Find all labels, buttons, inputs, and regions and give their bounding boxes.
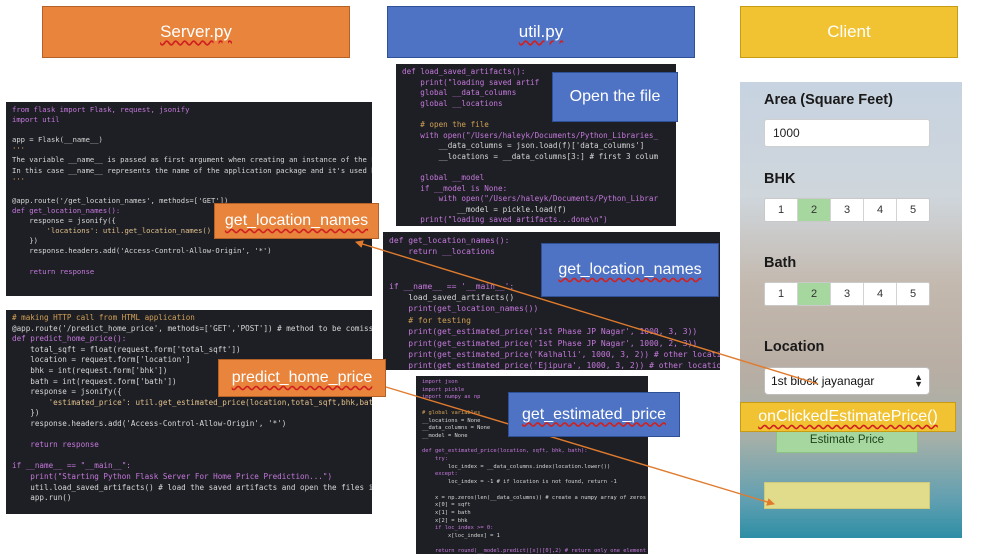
- get-location-names-util-label: get_location_names: [541, 243, 719, 297]
- code-line: ​: [422, 441, 642, 449]
- code-line: ​: [12, 451, 366, 462]
- code-line: ​: [422, 487, 642, 495]
- location-select-value: 1st block jayanagar: [771, 374, 875, 388]
- server-code-predict-home-price: # making HTTP call from HTML application…: [6, 310, 372, 514]
- code-line: if __model is None:: [402, 183, 508, 193]
- bhk-option-4[interactable]: 4: [864, 199, 897, 221]
- code-line: x[2] = bhk: [422, 517, 468, 524]
- predict-home-price-label: predict_home_price: [218, 359, 386, 397]
- bhk-option-1[interactable]: 1: [765, 199, 798, 221]
- code-line: ​: [12, 125, 366, 135]
- code-line: app.run(): [12, 493, 72, 503]
- location-select[interactable]: 1st block jayanagar ▲ ▼: [764, 367, 930, 395]
- code-line: }): [12, 408, 40, 418]
- code-line: if loc_index >= 0:: [422, 525, 494, 532]
- code-line: In this case __name__ represents the nam…: [12, 165, 372, 175]
- code-line: # for testing: [389, 315, 471, 325]
- code-line: ''': [12, 175, 25, 185]
- code-line: # making HTTP call from HTML application: [12, 313, 195, 322]
- get-estimated-price-label: get_estimated_price: [508, 392, 680, 437]
- client-header: Client: [740, 6, 958, 58]
- select-updown-icon: ▲ ▼: [914, 372, 923, 389]
- bath-option-3[interactable]: 3: [831, 283, 864, 305]
- area-input[interactable]: 1000: [764, 119, 930, 147]
- bath-option-5[interactable]: 5: [897, 283, 929, 305]
- code-line: __data_columns = json.load(f)['data_colu…: [402, 141, 645, 151]
- code-line: import json: [422, 379, 458, 385]
- bhk-label: BHK: [764, 171, 796, 187]
- code-line: total_sqft = float(request.form['total_s…: [12, 344, 241, 354]
- code-line: response.headers.add('Access-Control-All…: [12, 246, 272, 256]
- code-line: from flask import Flask, request, jsonif…: [12, 105, 190, 114]
- code-line: import util: [12, 115, 60, 125]
- code-line: loc_index = -1 # if location is not foun…: [422, 479, 617, 486]
- code-line: ''': [12, 145, 25, 155]
- code-line: 'estimated_price': util.get_estimated_pr…: [12, 397, 372, 407]
- code-line: global __model: [402, 172, 485, 182]
- code-line: x[1] = bath: [422, 509, 471, 516]
- open-the-file-label: Open the file: [552, 72, 678, 122]
- code-line: app = Flask(__name__): [12, 135, 103, 145]
- code-line: return response: [12, 266, 95, 276]
- code-line: ​: [12, 256, 366, 266]
- code-line: x[0] = sqft: [422, 502, 471, 509]
- area-label: Area (Square Feet): [764, 92, 893, 108]
- bath-label: Bath: [764, 255, 797, 271]
- code-line: The variable __name__ is passed as first…: [12, 155, 372, 165]
- code-line: return round(__model.predict([x])[0],2) …: [422, 548, 648, 554]
- bhk-option-2[interactable]: 2: [798, 199, 831, 221]
- code-line: print(get_estimated_price('Kalhalli', 10…: [389, 350, 720, 360]
- bhk-selector: 1 2 3 4 5: [764, 198, 930, 222]
- code-line: __model = pickle.load(f): [402, 204, 567, 214]
- bhk-option-5[interactable]: 5: [897, 199, 929, 221]
- code-line: @app.route('/predict_home_price', method…: [12, 323, 372, 333]
- code-line: def get_estimated_price(location, sqft, …: [422, 448, 588, 455]
- estimated-price-result: [764, 482, 930, 509]
- code-line: print(get_estimated_price('1st Phase JP …: [389, 338, 698, 348]
- code-line: x = np.zeros(len(__data_columns)) # crea…: [422, 494, 648, 501]
- code-line: with open("/Users/haleyk/Documents/Pytho…: [402, 194, 659, 204]
- code-line: try:: [422, 456, 448, 463]
- code-line: util.load_saved_artifacts() # load the s…: [30, 482, 372, 492]
- code-line: response.headers.add('Access-Control-All…: [12, 418, 287, 428]
- server-code-get-location-names: from flask import Flask, request, jsonif…: [6, 102, 372, 296]
- code-line: if __name__ == "__main__":: [12, 461, 131, 471]
- bath-option-1[interactable]: 1: [765, 283, 798, 305]
- on-clicked-estimate-price-label: onClickedEstimatePrice(): [740, 402, 956, 432]
- util-py-header: util.py: [387, 6, 695, 58]
- code-line: return response: [12, 440, 99, 450]
- server-py-header: Server.py: [42, 6, 350, 58]
- code-line: ​: [402, 162, 670, 173]
- bath-selector: 1 2 3 4 5: [764, 282, 930, 306]
- get-location-names-server-label: get_location_names: [214, 203, 379, 239]
- code-line: with open("/Users/haleyk/Documents/Pytho…: [402, 130, 659, 140]
- code-line: print(get_estimated_price('Ejipura', 100…: [389, 361, 720, 370]
- code-line: print(get_estimated_price('1st Phase JP …: [389, 327, 698, 337]
- code-line: except:: [422, 471, 458, 478]
- code-line: __locations = __data_columns[3:] # first…: [402, 151, 659, 161]
- bhk-option-3[interactable]: 3: [831, 199, 864, 221]
- client-form-panel: Area (Square Feet) 1000 BHK 1 2 3 4 5 Ba…: [740, 82, 962, 538]
- bath-option-2[interactable]: 2: [798, 283, 831, 305]
- code-line: ​: [12, 186, 366, 196]
- code-line: print("loading saved artifacts...done\n"…: [402, 215, 608, 225]
- code-line: print(get_location_names()): [389, 304, 539, 314]
- code-line: ​: [422, 541, 642, 549]
- location-label: Location: [764, 339, 825, 355]
- code-line: def predict_home_price():: [12, 334, 127, 344]
- code-line: loc_index = __data_columns.index(locatio…: [422, 463, 611, 470]
- code-line: x[loc_index] = 1: [422, 533, 500, 540]
- bath-option-4[interactable]: 4: [864, 283, 897, 305]
- code-line: print("Starting Python Flask Server For …: [12, 471, 333, 481]
- code-line: ​: [12, 430, 366, 441]
